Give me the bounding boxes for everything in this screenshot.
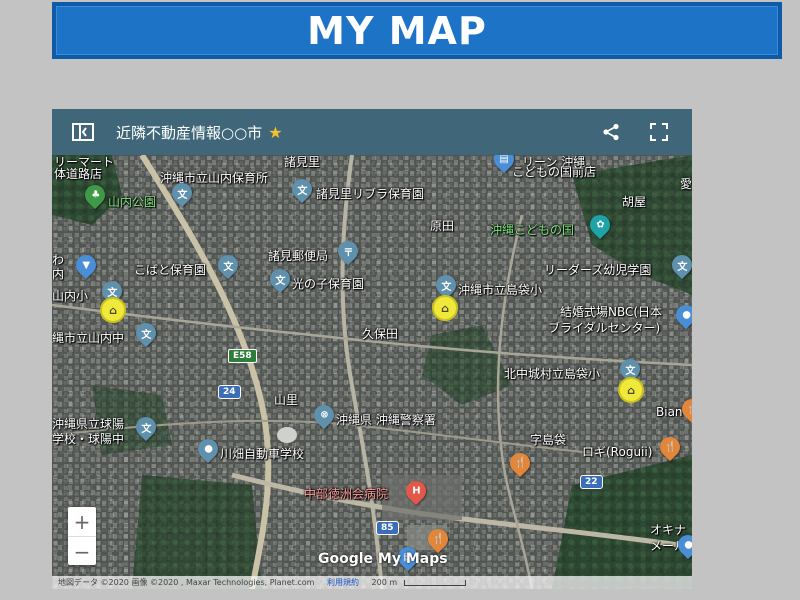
map-label: 光の子保育園 bbox=[292, 277, 365, 291]
map-label: 山里 bbox=[274, 393, 299, 407]
scale-bar bbox=[403, 579, 466, 586]
attribution-text: 地図データ ©2020 画像 ©2020 , Maxar Technologie… bbox=[58, 578, 315, 587]
map-label: 学校・球陽中 bbox=[52, 432, 125, 446]
map-label: 原田 bbox=[430, 219, 455, 233]
map-label: 字島袋 bbox=[530, 433, 567, 447]
map-label: ブライダルセンター) bbox=[548, 321, 661, 335]
map-label: 山内公園 bbox=[108, 195, 157, 209]
map-label: 中部徳洲会病院 bbox=[304, 487, 389, 501]
map-label: こばと保育園 bbox=[134, 263, 207, 277]
route-shield: 22 bbox=[580, 475, 603, 489]
map-label: 山内小 bbox=[52, 289, 89, 303]
property-marker-icon[interactable]: ⌂ bbox=[432, 295, 458, 321]
header-banner: MY MAP bbox=[52, 2, 782, 59]
map-label: 諸見里 bbox=[284, 155, 321, 169]
map-label: 愛 bbox=[680, 177, 692, 191]
legend-toggle-icon[interactable] bbox=[72, 121, 94, 143]
map-label: 諸見里リブラ保育園 bbox=[316, 187, 425, 201]
map-label: 川畑自動車学校 bbox=[220, 447, 305, 461]
map-label: 沖縄市立島袋小 bbox=[458, 283, 543, 297]
map-title[interactable]: 近隣不動産情報○○市 bbox=[116, 122, 262, 143]
map-label: 胡屋 bbox=[622, 195, 647, 209]
map-label: わ bbox=[52, 253, 65, 267]
share-icon[interactable] bbox=[600, 121, 622, 143]
map-attribution: 地図データ ©2020 画像 ©2020 , Maxar Technologie… bbox=[52, 576, 692, 589]
map-label: 縄市立山内中 bbox=[52, 331, 125, 345]
terms-link[interactable]: 利用規約 bbox=[327, 578, 359, 587]
route-shield: 24 bbox=[218, 385, 241, 399]
property-marker-icon[interactable]: ⌂ bbox=[618, 377, 644, 403]
map-label: 内 bbox=[52, 267, 65, 281]
map-label: 沖縄県 沖縄警察署 bbox=[336, 413, 436, 427]
map-label: Bian bbox=[656, 405, 683, 419]
fullscreen-icon[interactable] bbox=[648, 121, 670, 143]
map-label: 体道路店 bbox=[54, 167, 103, 181]
route-shield: 85 bbox=[376, 521, 399, 535]
map-label: こどもの国前店 bbox=[512, 165, 597, 179]
map-label: 久保田 bbox=[362, 327, 399, 341]
map-label: 沖縄市立山内保育所 bbox=[160, 171, 269, 185]
star-icon[interactable]: ★ bbox=[268, 123, 282, 142]
map-label: オキナ bbox=[650, 523, 687, 537]
map-label: 諸見郵便局 bbox=[268, 249, 329, 263]
property-marker-icon[interactable]: ⌂ bbox=[100, 297, 126, 323]
zoom-out-button[interactable]: − bbox=[68, 537, 96, 566]
map-label: 沖縄県立球陽 bbox=[52, 417, 125, 431]
map-label: 沖縄こどもの国 bbox=[490, 223, 575, 237]
map-label: ロギ(Roguii) bbox=[582, 445, 653, 459]
map-label: 結婚式場NBC(日本 bbox=[560, 305, 663, 319]
map-embed[interactable]: 近隣不動産情報○○市 ★ リーマート 体道路店 山内公園 沖縄市立山内保育所 諸… bbox=[52, 109, 692, 589]
satellite-map[interactable]: リーマート 体道路店 山内公園 沖縄市立山内保育所 諸見里 諸見里リブラ保育園 … bbox=[52, 144, 692, 589]
page: MY MAP 近隣不動産情報○○市 ★ リーマート 体道路店 山内公園 沖縄市立… bbox=[0, 0, 800, 600]
zoom-controls: + − bbox=[68, 507, 96, 565]
zoom-in-button[interactable]: + bbox=[68, 507, 96, 537]
google-logo: Google My Maps bbox=[318, 551, 448, 567]
map-label: 北中城村立島袋小 bbox=[504, 367, 601, 381]
banner-title: MY MAP bbox=[307, 8, 487, 53]
route-shield: E58 bbox=[228, 349, 257, 363]
scale-label: 200 m bbox=[371, 578, 398, 587]
map-header: 近隣不動産情報○○市 ★ bbox=[52, 109, 692, 155]
map-label: リーダーズ幼児学園 bbox=[544, 263, 652, 277]
